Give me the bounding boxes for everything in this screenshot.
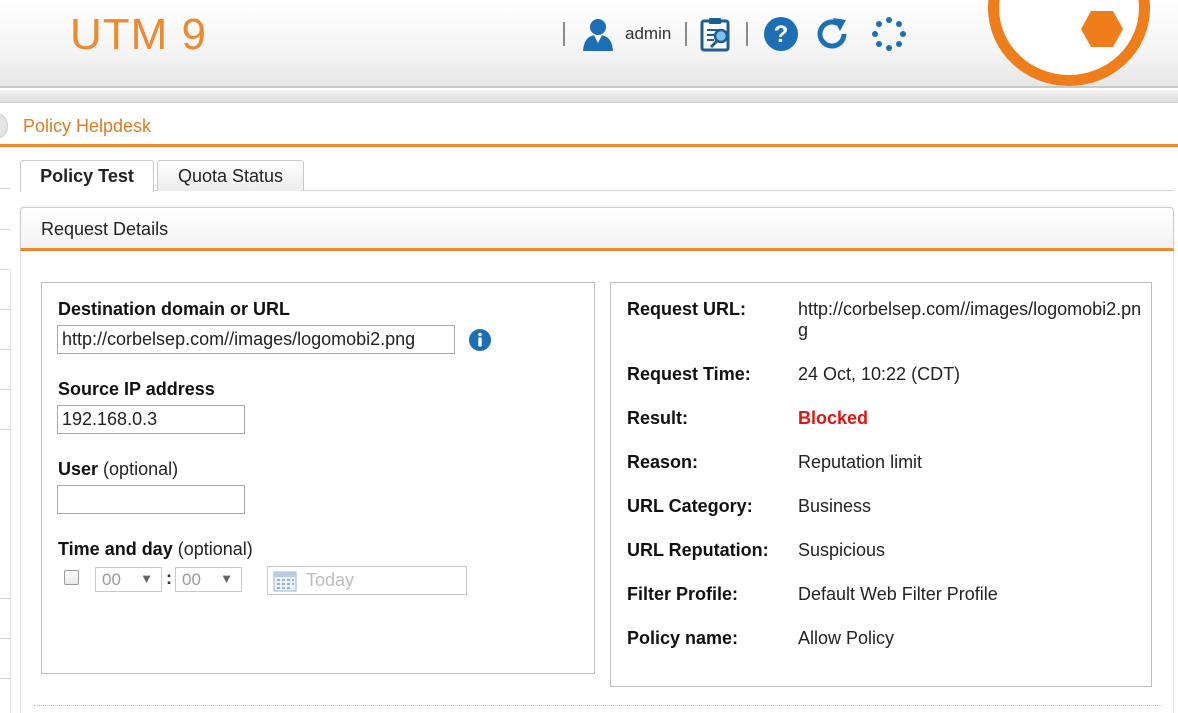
edge-mark	[0, 349, 10, 350]
policy-name-value: Allow Policy	[798, 628, 895, 648]
edge-mark	[0, 389, 10, 390]
time-day-label: Time and day (optional)	[58, 539, 253, 559]
tab-quota-status[interactable]: Quota Status	[157, 160, 304, 191]
result-label: Request URL:	[627, 299, 747, 319]
edge-mark	[0, 678, 10, 679]
result-label: Request Time:	[627, 364, 751, 384]
sidebar-toggle[interactable]	[0, 114, 8, 138]
header-separator	[563, 22, 565, 46]
edge-mark	[0, 429, 10, 430]
time-day-checkbox[interactable]	[64, 570, 79, 585]
reload-icon[interactable]	[814, 16, 850, 57]
clipboard-search-icon[interactable]	[698, 16, 734, 57]
destination-input[interactable]	[57, 325, 455, 354]
source-ip-label: Source IP address	[58, 379, 215, 399]
result-status-value: Blocked	[798, 408, 869, 428]
result-label: Policy name:	[627, 628, 739, 648]
request-url-value: http://corbelsep.com//images/logomobi2.p…	[798, 299, 1142, 340]
info-icon[interactable]	[468, 328, 492, 357]
user-label: User (optional)	[58, 459, 179, 479]
request-time-value: 24 Oct, 10:22 (CDT)	[798, 364, 961, 384]
date-field[interactable]: Today	[267, 566, 467, 595]
result-label: Reason:	[627, 452, 699, 472]
page-title-bar: Policy Helpdesk	[0, 104, 1178, 147]
destination-label: Destination domain or URL	[58, 299, 291, 319]
chevron-down-icon: ▼	[220, 571, 233, 586]
panel-title: Request Details	[41, 219, 169, 239]
edge-line	[10, 270, 11, 713]
help-icon[interactable]: ?	[763, 16, 799, 57]
result-label: Result:	[627, 408, 689, 428]
page-title: Policy Helpdesk	[23, 116, 152, 136]
edge-mark	[0, 638, 10, 639]
url-category-value: Business	[798, 496, 872, 516]
result-label: URL Reputation:	[627, 540, 769, 560]
minute-select[interactable]: 00 ▼	[175, 567, 242, 592]
app-logo: UTM 9	[70, 10, 207, 59]
user-name[interactable]: admin	[625, 24, 671, 44]
request-result-details: Request URL: http://corbelsep.com//image…	[610, 282, 1152, 687]
request-details-header: Request Details	[20, 207, 1174, 251]
edge-mark	[0, 188, 10, 189]
header-separator	[746, 22, 748, 46]
top-header: UTM 9 admin ?	[0, 0, 1178, 88]
url-reputation-value: Suspicious	[798, 540, 886, 560]
result-label: URL Category:	[627, 496, 753, 516]
panel-footer-divider	[34, 705, 1162, 706]
source-ip-input[interactable]	[57, 405, 245, 434]
policy-test-form: Destination domain or URL Source IP addr…	[41, 282, 595, 674]
user-icon[interactable]	[580, 16, 616, 57]
filter-profile-value: Default Web Filter Profile	[798, 584, 998, 604]
user-input[interactable]	[57, 485, 245, 514]
edge-mark	[0, 269, 10, 270]
time-separator: :	[166, 568, 172, 588]
spinner-icon	[871, 16, 907, 57]
edge-mark	[0, 309, 10, 310]
hour-select[interactable]: 00 ▼	[95, 567, 162, 592]
hour-value: 00	[102, 570, 121, 589]
date-placeholder: Today	[306, 570, 355, 590]
reason-value: Reputation limit	[798, 452, 923, 472]
minute-value: 00	[182, 570, 201, 589]
header-separator	[685, 22, 687, 46]
chevron-down-icon: ▼	[140, 571, 153, 586]
calendar-icon[interactable]	[273, 570, 297, 597]
brand-badge	[988, 0, 1150, 86]
edge-mark	[0, 229, 10, 230]
header-shadow	[0, 90, 1178, 103]
result-label: Filter Profile:	[627, 584, 739, 604]
tab-policy-test[interactable]: Policy Test	[20, 160, 154, 192]
edge-mark	[0, 598, 10, 599]
svg-text:?: ?	[774, 21, 789, 48]
